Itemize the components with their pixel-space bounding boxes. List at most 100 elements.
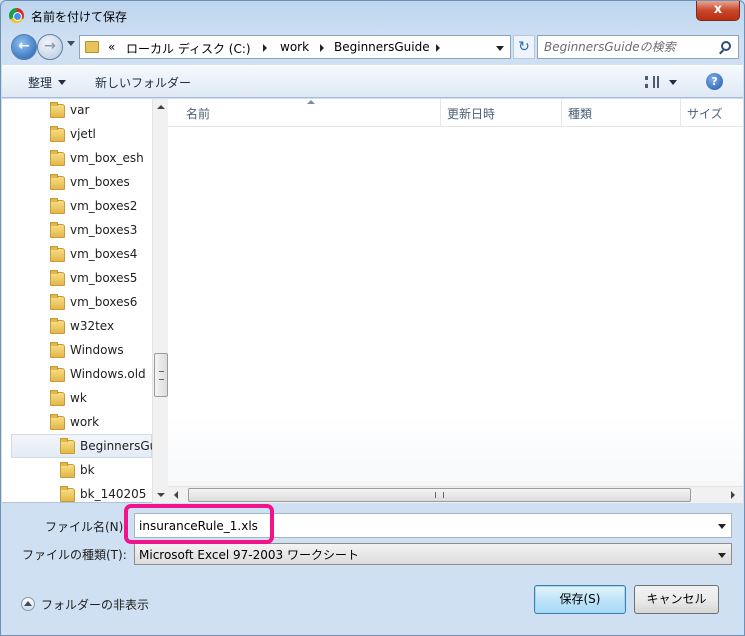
tree-item-label: work bbox=[70, 415, 100, 429]
refresh-button[interactable]: ↻ bbox=[513, 35, 535, 59]
chevron-down-icon bbox=[58, 80, 67, 85]
tree-item-label: vm_box_esh bbox=[70, 151, 144, 165]
folder-icon bbox=[50, 414, 65, 430]
folder-icon bbox=[50, 318, 65, 334]
breadcrumb-chevron-icon[interactable] bbox=[263, 44, 267, 52]
column-header-name[interactable]: 名前 bbox=[180, 99, 441, 127]
tree-item-label: vjetl bbox=[70, 127, 96, 141]
chevron-down-icon bbox=[718, 553, 726, 558]
address-dropdown-icon[interactable] bbox=[496, 46, 504, 51]
tree-item[interactable]: vm_boxes4 bbox=[2, 243, 152, 267]
breadcrumb-overflow[interactable]: « bbox=[108, 40, 115, 54]
tree-item-label: vm_boxes bbox=[70, 175, 130, 189]
chevron-down-icon[interactable] bbox=[718, 524, 726, 529]
folder-icon bbox=[50, 390, 65, 406]
scroll-left-icon[interactable] bbox=[174, 491, 178, 499]
back-button[interactable]: ← bbox=[11, 34, 37, 60]
tree-item-label: bk bbox=[80, 463, 95, 477]
scroll-up-icon[interactable] bbox=[157, 105, 165, 109]
folder-icon bbox=[50, 366, 65, 382]
tree-item[interactable]: vjetl bbox=[2, 123, 152, 147]
breadcrumb-item-local-disk[interactable]: ローカル ディスク (C:) bbox=[126, 40, 251, 57]
folder-icon bbox=[50, 174, 65, 190]
window-title: 名前を付けて保存 bbox=[31, 10, 128, 24]
tree-item[interactable]: vm_boxes5 bbox=[2, 267, 152, 291]
tree-item-label: BeginnersGuide bbox=[80, 439, 152, 453]
scroll-right-icon[interactable] bbox=[731, 491, 735, 499]
filename-combo bbox=[134, 513, 732, 538]
scroll-down-icon[interactable] bbox=[157, 493, 165, 497]
new-folder-button[interactable]: 新しいフォルダー bbox=[95, 74, 191, 91]
browser-area: var vjetl vm_box_esh vm_boxes vm_boxes2 … bbox=[2, 99, 743, 503]
tree-item-label: var bbox=[70, 103, 90, 117]
breadcrumb-chevron-icon[interactable] bbox=[436, 44, 440, 52]
filename-input[interactable] bbox=[139, 517, 699, 534]
navigation-pane: var vjetl vm_box_esh vm_boxes vm_boxes2 … bbox=[2, 99, 152, 503]
cancel-button[interactable]: キャンセル bbox=[634, 585, 719, 614]
title-bar: 名前を付けて保存 x bbox=[1, 1, 744, 29]
folder-icon bbox=[60, 462, 75, 478]
breadcrumb-chevron-icon[interactable] bbox=[320, 44, 324, 52]
folder-icon bbox=[50, 270, 65, 286]
folder-icon bbox=[60, 438, 75, 454]
organize-label: 整理 bbox=[28, 76, 53, 90]
filetype-value: Microsoft Excel 97-2003 ワークシート bbox=[139, 548, 359, 562]
breadcrumb-item-work[interactable]: work bbox=[280, 40, 309, 54]
tree-item[interactable]: Windows bbox=[2, 339, 152, 363]
tree-item[interactable]: work bbox=[2, 411, 152, 435]
tree-item[interactable]: vm_boxes2 bbox=[2, 195, 152, 219]
recent-pages-chevron-icon[interactable] bbox=[67, 41, 75, 46]
breadcrumb-item-beginnersguide[interactable]: BeginnersGuide bbox=[334, 40, 430, 54]
folder-icon bbox=[50, 294, 65, 310]
search-input[interactable] bbox=[544, 39, 714, 55]
file-list-pane: 名前 更新日時 種類 サイズ bbox=[168, 99, 743, 503]
tree-item[interactable]: vm_boxes3 bbox=[2, 219, 152, 243]
folder-icon bbox=[50, 126, 65, 142]
tree-item-label: vm_boxes3 bbox=[70, 223, 138, 237]
tree-item[interactable]: vm_boxes6 bbox=[2, 291, 152, 315]
tree-item-selected[interactable]: BeginnersGuide bbox=[11, 434, 152, 458]
file-list-horizontal-scrollbar[interactable] bbox=[168, 486, 743, 503]
folder-icon bbox=[85, 41, 99, 53]
filename-label: ファイル名(N): bbox=[45, 520, 128, 534]
column-header-modified[interactable]: 更新日時 bbox=[441, 99, 562, 127]
filetype-select[interactable]: Microsoft Excel 97-2003 ワークシート bbox=[134, 543, 732, 565]
address-bar[interactable]: « ローカル ディスク (C:) work BeginnersGuide bbox=[79, 35, 511, 59]
tree-item[interactable]: var bbox=[2, 99, 152, 123]
save-as-dialog: 名前を付けて保存 x ← → « ローカル ディスク (C:) work Beg… bbox=[0, 0, 745, 636]
tree-item-label: Windows bbox=[70, 343, 124, 357]
tree-item[interactable]: w32tex bbox=[2, 315, 152, 339]
column-header-size[interactable]: サイズ bbox=[681, 99, 743, 127]
organize-menu[interactable]: 整理 bbox=[28, 74, 67, 91]
tree-item-label: vm_boxes2 bbox=[70, 199, 138, 213]
chrome-icon bbox=[9, 8, 24, 23]
search-icon[interactable] bbox=[721, 41, 731, 51]
filetype-label: ファイルの種類(T): bbox=[22, 548, 127, 562]
tree-item-label: Windows.old bbox=[70, 367, 146, 381]
view-chevron-down-icon[interactable] bbox=[669, 80, 677, 85]
close-button[interactable]: x bbox=[696, 1, 740, 21]
tree-item[interactable]: Windows.old bbox=[2, 363, 152, 387]
file-list[interactable] bbox=[168, 127, 743, 487]
tree-item[interactable]: vm_boxes bbox=[2, 171, 152, 195]
folder-icon bbox=[50, 246, 65, 262]
save-button[interactable]: 保存(S) bbox=[534, 585, 626, 614]
folder-icon bbox=[50, 150, 65, 166]
column-header-type[interactable]: 種類 bbox=[562, 99, 681, 127]
scrollbar-thumb[interactable] bbox=[154, 353, 168, 397]
tree-item[interactable]: bk bbox=[2, 459, 152, 483]
tree-item-label: bk_140205 bbox=[80, 487, 147, 501]
navigation-pane-scrollbar[interactable] bbox=[152, 99, 168, 503]
tree-item-label: vm_boxes5 bbox=[70, 271, 138, 285]
tree-item[interactable]: bk_140205 bbox=[2, 483, 152, 503]
tree-item[interactable]: vm_box_esh bbox=[2, 147, 152, 171]
navigation-bar: ← → « ローカル ディスク (C:) work BeginnersGuide… bbox=[9, 32, 739, 62]
view-options-icon[interactable] bbox=[645, 76, 659, 88]
tree-item-label: vm_boxes6 bbox=[70, 295, 138, 309]
tree-item[interactable]: wk bbox=[2, 387, 152, 411]
scrollbar-thumb[interactable] bbox=[188, 488, 691, 502]
tree-item-label: vm_boxes4 bbox=[70, 247, 138, 261]
hide-folders-label: フォルダーの非表示 bbox=[41, 598, 150, 612]
forward-button[interactable]: → bbox=[37, 34, 63, 60]
help-icon[interactable]: ? bbox=[706, 73, 723, 90]
